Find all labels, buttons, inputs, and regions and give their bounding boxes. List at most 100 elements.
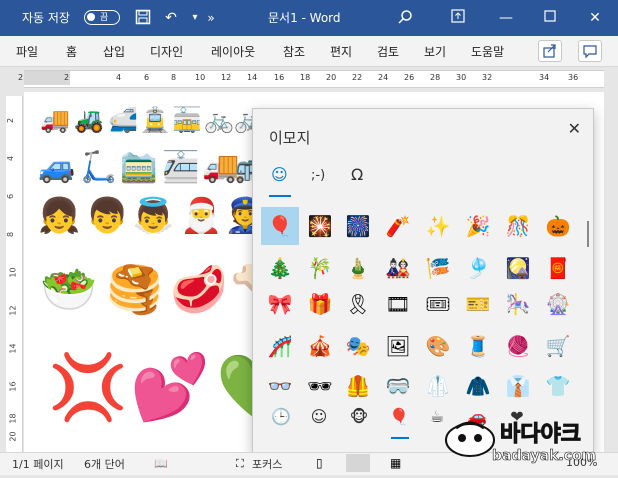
emoji-item[interactable]: 🦺: [339, 367, 377, 405]
tab-kaomoji[interactable]: ;-): [311, 168, 325, 183]
menu-help[interactable]: 도움말: [471, 43, 504, 60]
emoji-item[interactable]: 🥼: [419, 367, 457, 405]
proofing-icon[interactable]: 📖: [154, 457, 168, 470]
doc-emoji: 🥞: [106, 262, 164, 316]
page-count[interactable]: 1/1 페이지: [12, 456, 64, 472]
emoji-item[interactable]: 🎪: [301, 327, 339, 365]
maximize-icon[interactable]: [541, 9, 559, 27]
word-count[interactable]: 6개 단어: [84, 456, 125, 472]
emoji-item[interactable]: 🎟: [419, 285, 457, 323]
close-icon[interactable]: ✕: [586, 9, 604, 27]
print-layout-icon[interactable]: [346, 454, 370, 472]
ruler-number: 10: [195, 73, 206, 82]
tab-emoji[interactable]: ☺: [271, 165, 288, 184]
emoji-item[interactable]: 🖼: [379, 327, 417, 365]
tab-underline: [269, 195, 291, 197]
emoji-item[interactable]: 🎉: [459, 207, 497, 245]
tab-recent[interactable]: 🕒: [269, 407, 293, 426]
ruler-number: 4: [6, 155, 16, 162]
search-icon[interactable]: [396, 9, 414, 27]
emoji-item[interactable]: 🎋: [301, 249, 339, 287]
web-layout-icon[interactable]: ▦: [390, 456, 401, 470]
ruler-number: 10: [8, 267, 18, 278]
autosave-toggle[interactable]: 끔: [84, 10, 120, 25]
emoji-item[interactable]: 🎡: [539, 285, 577, 323]
emoji-item[interactable]: 🛒: [539, 327, 577, 365]
close-icon[interactable]: ✕: [568, 119, 581, 138]
ruler-number: 2: [64, 73, 70, 82]
minimize-icon[interactable]: —: [497, 9, 515, 27]
emoji-item[interactable]: 🎃: [539, 207, 577, 245]
menu-home[interactable]: 홈: [66, 43, 77, 60]
watermark-text: 바다야크: [500, 422, 582, 448]
emoji-item[interactable]: 🎈: [261, 207, 299, 245]
more-commands-icon[interactable]: »: [202, 9, 220, 27]
emoji-item[interactable]: 🎄: [261, 249, 299, 287]
save-icon[interactable]: [134, 9, 152, 27]
emoji-item[interactable]: 🎞: [379, 285, 417, 323]
toggle-knob: [87, 13, 95, 21]
doc-emoji: 💢: [48, 351, 128, 425]
emoji-item[interactable]: 🎢: [261, 327, 299, 365]
ruler-number: 14: [8, 343, 18, 354]
emoji-item[interactable]: 🥽: [379, 367, 417, 405]
emoji-item[interactable]: 👓: [261, 367, 299, 405]
focus-label[interactable]: 포커스: [252, 456, 282, 472]
emoji-item[interactable]: 🧵: [459, 327, 497, 365]
emoji-item[interactable]: 👔: [499, 367, 537, 405]
emoji-item[interactable]: 🎀: [261, 285, 299, 323]
emoji-item[interactable]: 🎠: [499, 285, 537, 323]
emoji-item[interactable]: 🧨: [379, 207, 417, 245]
emoji-item[interactable]: 🎇: [301, 207, 339, 245]
doc-emoji: 🚜: [74, 106, 104, 134]
share-button[interactable]: [538, 40, 562, 62]
emoji-item[interactable]: 🕶: [301, 367, 339, 405]
undo-icon[interactable]: ↶: [162, 9, 180, 27]
menu-mailings[interactable]: 편지: [330, 43, 352, 60]
emoji-item[interactable]: 🎆: [339, 207, 377, 245]
emoji-item[interactable]: 🎍: [339, 249, 377, 287]
ruler-number: 4: [116, 73, 122, 82]
tab-smileys[interactable]: ☺: [307, 407, 331, 426]
menu-view[interactable]: 보기: [424, 43, 446, 60]
ruler-number: 6: [6, 193, 16, 200]
doc-emoji: 👼: [132, 196, 175, 236]
emoji-item[interactable]: ✨: [419, 207, 457, 245]
comments-button[interactable]: [578, 40, 602, 62]
menu-references[interactable]: 참조: [283, 43, 305, 60]
doc-emoji: 🚚: [40, 106, 70, 134]
menu-file[interactable]: 파일: [16, 43, 38, 60]
emoji-item[interactable]: 🎎: [379, 249, 417, 287]
ruler-number: 18: [8, 413, 18, 424]
vertical-ruler[interactable]: 2 4 6 8 10 12 14 16 18 20: [6, 96, 23, 452]
emoji-scrollbar[interactable]: [587, 221, 589, 247]
autosave-label: 자동 저장: [22, 11, 70, 25]
emoji-item[interactable]: 🎫: [459, 285, 497, 323]
emoji-item[interactable]: 🧶: [499, 327, 537, 365]
ruler-number: 32: [482, 73, 493, 82]
horizontal-ruler[interactable]: 2 2 4 6 8 10 12 14 16 18 20 22 24 26 28 …: [18, 70, 604, 88]
emoji-item[interactable]: 🎏: [419, 249, 457, 287]
emoji-item[interactable]: 🧥: [459, 367, 497, 405]
read-mode-icon[interactable]: ▯: [316, 456, 323, 470]
emoji-item[interactable]: 🎨: [419, 327, 457, 365]
emoji-item[interactable]: 🧧: [539, 249, 577, 287]
emoji-item[interactable]: 🎊: [499, 207, 537, 245]
menu-design[interactable]: 디자인: [150, 43, 183, 60]
emoji-item[interactable]: 🎐: [459, 249, 497, 287]
tab-animals[interactable]: 🐵: [347, 407, 371, 426]
emoji-item[interactable]: 🎭: [339, 327, 377, 365]
tab-symbols[interactable]: Ω: [351, 165, 363, 184]
emoji-item[interactable]: 🎑: [499, 249, 537, 287]
emoji-item[interactable]: 🎁: [301, 285, 339, 323]
menu-layout[interactable]: 레이아웃: [211, 43, 255, 60]
ruler-number: 12: [221, 73, 232, 82]
menu-insert[interactable]: 삽입: [103, 43, 125, 60]
tab-celebrations[interactable]: 🎈: [387, 407, 411, 426]
doc-emoji: 🚊: [140, 106, 170, 134]
emoji-item[interactable]: 🎗: [339, 285, 377, 323]
emoji-item[interactable]: 👕: [539, 367, 577, 405]
ribbon-display-options-icon[interactable]: [449, 9, 467, 27]
menu-review[interactable]: 검토: [377, 43, 399, 60]
focus-icon[interactable]: ⛶: [236, 457, 244, 471]
